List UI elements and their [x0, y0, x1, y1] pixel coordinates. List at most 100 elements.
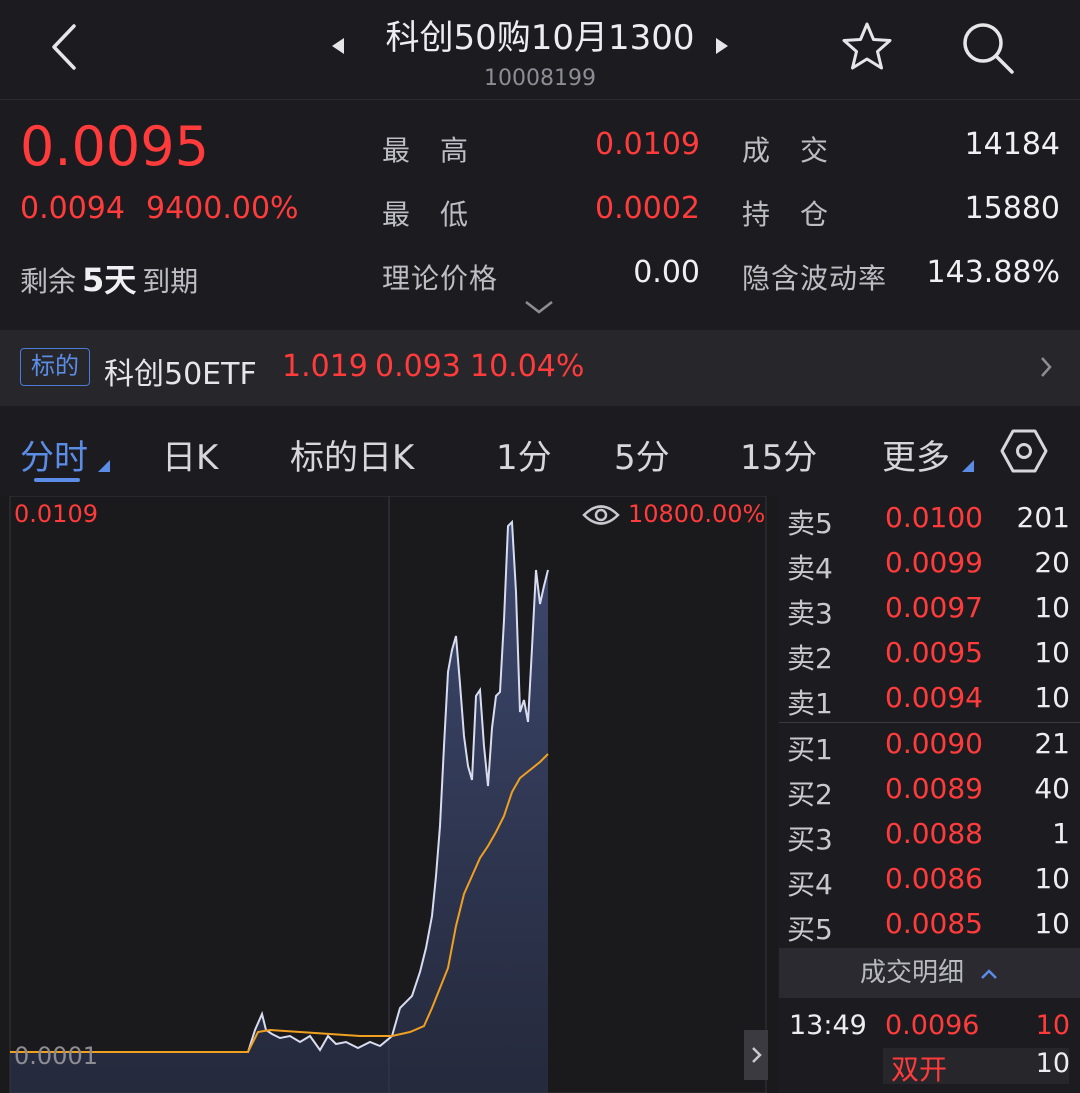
- tab-intraday[interactable]: 分时: [20, 430, 88, 479]
- tab-intraday-dropdown-icon: [98, 460, 110, 472]
- ask-price: 0.0095: [885, 636, 983, 669]
- next-contract-icon[interactable]: [714, 36, 730, 56]
- underlying-change-percent: 10.04%: [470, 349, 585, 384]
- ask-qty: 10: [1034, 636, 1070, 669]
- ask-level: 卖3: [787, 597, 833, 630]
- tab-daily-k[interactable]: 日K: [162, 430, 218, 479]
- trade-details-toggle[interactable]: 成交明细: [779, 948, 1080, 998]
- chart-frame: [9, 496, 767, 1093]
- volume-label: 成 交: [742, 134, 830, 167]
- tab-1min[interactable]: 1分: [496, 430, 552, 479]
- bid-qty: 10: [1034, 907, 1070, 940]
- implied-vol-label: 隐含波动率: [742, 262, 888, 295]
- chart-price-high-label: 0.0109: [14, 500, 98, 528]
- bid-row[interactable]: 买3 0.0088 1: [779, 812, 1080, 857]
- tab-underlying-daily-k[interactable]: 标的日K: [290, 430, 414, 479]
- implied-vol-value: 143.88%: [926, 255, 1060, 290]
- quote-panel: 0.0095 0.0094 9400.00% 剩余 5天 到期 最 高 0.0109…: [0, 101, 1080, 329]
- bid-row[interactable]: 买4 0.0086 10: [779, 857, 1080, 902]
- bid-level: 买3: [787, 823, 833, 856]
- chart-settings-icon[interactable]: [1000, 428, 1048, 474]
- chart-price-low-label: 0.0001: [14, 1042, 98, 1070]
- chart-percent-high-label: 10800.00%: [628, 500, 766, 528]
- high-value: 0.0109: [595, 127, 700, 162]
- bid-price: 0.0085: [885, 907, 983, 940]
- chevron-right-icon: [752, 1047, 762, 1063]
- underlying-change: 0.093: [375, 349, 461, 384]
- ask-qty: 201: [1016, 501, 1070, 534]
- underlying-tag: 标的: [20, 348, 90, 386]
- bid-level: 买4: [787, 868, 833, 901]
- bid-price: 0.0090: [885, 727, 983, 760]
- chevron-right-icon[interactable]: [1038, 354, 1054, 380]
- ask-row[interactable]: 卖3 0.0097 10: [779, 586, 1080, 631]
- ask-qty: 20: [1034, 546, 1070, 579]
- tab-more-dropdown-icon: [962, 460, 974, 472]
- ask-price: 0.0094: [885, 681, 983, 714]
- ask-row[interactable]: 卖4 0.0099 20: [779, 541, 1080, 586]
- ask-qty: 10: [1034, 591, 1070, 624]
- bid-row[interactable]: 买5 0.0085 10: [779, 902, 1080, 947]
- trade-qty: 10: [1035, 1010, 1070, 1041]
- search-icon[interactable]: [958, 18, 1018, 78]
- bid-price: 0.0088: [885, 817, 983, 850]
- theory-price-value: 0.00: [633, 255, 700, 290]
- underlying-name: 科创50ETF: [104, 357, 257, 392]
- bid-price: 0.0089: [885, 772, 983, 805]
- trade-type: 双开: [891, 1053, 948, 1086]
- trade-type-qty: 10: [1035, 1048, 1070, 1079]
- theory-price-label: 理论价格: [382, 262, 499, 295]
- bid-row[interactable]: 买2 0.0089 40: [779, 767, 1080, 812]
- intraday-chart-canvas: [9, 496, 767, 1093]
- last-price: 0.0095: [20, 115, 209, 178]
- open-interest-label: 持 仓: [742, 198, 830, 231]
- chart-scroll-right-button[interactable]: [744, 1030, 768, 1080]
- price-change: 0.0094: [20, 191, 125, 226]
- tab-5min[interactable]: 5分: [614, 430, 670, 479]
- order-book: 卖5 0.0100 201 卖4 0.0099 20 卖3 0.0097 10 …: [779, 496, 1080, 1093]
- ask-price: 0.0097: [885, 591, 983, 624]
- bid-level: 买2: [787, 778, 833, 811]
- chevron-down-icon[interactable]: [524, 299, 554, 315]
- bid-level: 买5: [787, 913, 833, 946]
- chevron-up-icon: [981, 969, 997, 979]
- low-value: 0.0002: [595, 191, 700, 226]
- intraday-chart[interactable]: 0.0109 10800.00% 0.0001: [0, 496, 778, 1093]
- ask-price: 0.0099: [885, 546, 983, 579]
- contract-title: 科创50购10月1300: [385, 18, 695, 58]
- volume-value: 14184: [964, 127, 1060, 162]
- underlying-price: 1.019: [282, 349, 368, 384]
- ask-level: 卖1: [787, 687, 833, 720]
- ask-price: 0.0100: [885, 501, 983, 534]
- remain-days: 5天: [82, 261, 137, 299]
- ask-row[interactable]: 卖1 0.0094 10: [779, 676, 1080, 721]
- ask-row[interactable]: 卖5 0.0100 201: [779, 496, 1080, 541]
- ask-level: 卖2: [787, 642, 833, 675]
- price-change-percent: 9400.00%: [146, 191, 299, 226]
- eye-icon[interactable]: [582, 502, 620, 528]
- trade-time: 13:49: [789, 1010, 867, 1041]
- ask-qty: 10: [1034, 681, 1070, 714]
- ask-level: 卖4: [787, 552, 833, 585]
- chart-tabs: 分时 日K 标的日K 1分 5分 15分 更多: [0, 406, 1080, 496]
- low-label: 最 低: [382, 198, 470, 231]
- price-area-fill: [10, 522, 548, 1093]
- remain-prefix: 剩余: [20, 265, 77, 298]
- bid-qty: 21: [1034, 727, 1070, 760]
- bid-qty: 40: [1034, 772, 1070, 805]
- remain-suffix: 到期: [142, 265, 199, 298]
- bid-qty: 1: [1052, 817, 1070, 850]
- high-label: 最 高: [382, 134, 470, 167]
- ask-level: 卖5: [787, 507, 833, 540]
- trade-price: 0.0096: [885, 1010, 980, 1041]
- favorite-star-icon[interactable]: [840, 20, 894, 74]
- tab-15min[interactable]: 15分: [740, 430, 817, 479]
- active-tab-indicator: [34, 478, 80, 482]
- top-bar: 科创50购10月1300 10008199: [0, 0, 1080, 100]
- ask-row[interactable]: 卖2 0.0095 10: [779, 631, 1080, 676]
- expiry-remaining: 剩余 5天 到期: [20, 255, 198, 301]
- tab-more[interactable]: 更多: [882, 430, 950, 479]
- underlying-row[interactable]: 标的 科创50ETF 1.019 0.093 10.04%: [0, 330, 1080, 406]
- contract-code: 10008199: [484, 66, 596, 91]
- bid-row[interactable]: 买1 0.0090 21: [779, 722, 1080, 767]
